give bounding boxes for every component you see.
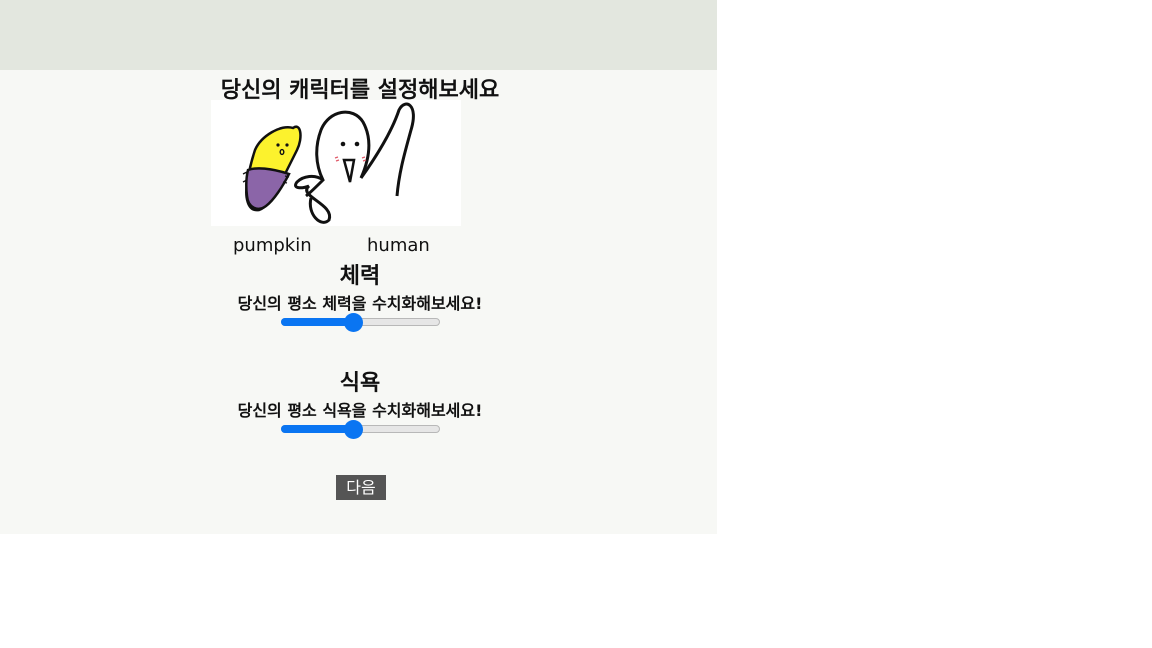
app-container: 당신의 캐릭터를 설정해보세요 pumpkin human 체력 당신의 평소 … <box>0 0 717 534</box>
character-label-pumpkin[interactable]: pumpkin <box>233 235 312 256</box>
stamina-description: 당신의 평소 체력을 수치화해보세요! <box>237 294 483 313</box>
slider-fill <box>281 318 354 326</box>
top-header-bar <box>0 0 717 70</box>
appetite-slider[interactable] <box>281 420 440 439</box>
ghost-human-character-icon[interactable] <box>294 102 415 224</box>
slider-thumb[interactable] <box>344 313 363 332</box>
character-label-human[interactable]: human <box>367 235 430 256</box>
stamina-slider[interactable] <box>281 313 440 332</box>
appetite-title: 식욕 <box>339 371 381 396</box>
next-button[interactable]: 다음 <box>336 475 386 500</box>
character-image-panel <box>211 100 461 226</box>
stamina-title: 체력 <box>339 264 381 289</box>
slider-fill <box>281 425 354 433</box>
slider-thumb[interactable] <box>344 420 363 439</box>
appetite-description: 당신의 평소 식욕을 수치화해보세요! <box>237 401 483 420</box>
sweet-potato-character-icon[interactable] <box>242 125 302 212</box>
